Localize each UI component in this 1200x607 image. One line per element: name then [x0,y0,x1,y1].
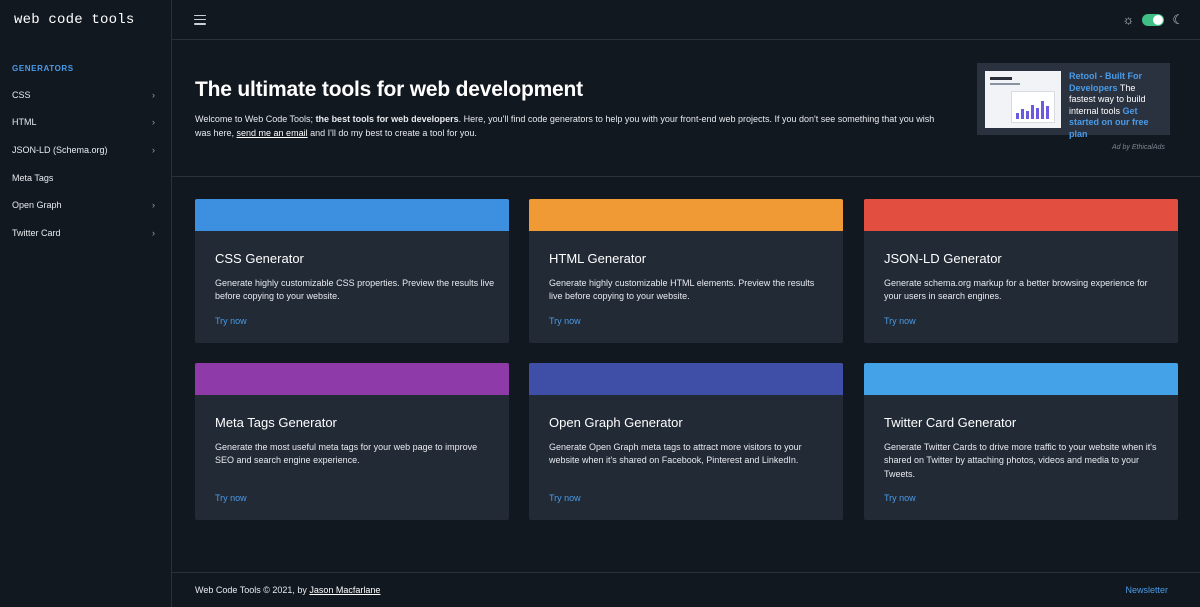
card-color-stripe [529,199,843,231]
hero-section: The ultimate tools for web development W… [172,40,1200,177]
card-css-generator: CSS Generator Generate highly customizab… [195,199,509,343]
card-description: Generate Open Graph meta tags to attract… [549,442,802,466]
theme-toggle[interactable] [1142,13,1165,26]
sidebar-item-html[interactable]: HTML › [0,109,171,137]
chevron-right-icon: › [152,200,155,211]
sidebar-item-label: Meta Tags [12,172,54,183]
ad-text: Retool - Built For Developers The fastes… [1069,71,1164,140]
page-title: The ultimate tools for web development [195,78,583,101]
intro-text: Welcome to Web Code Tools; the best tool… [195,113,935,140]
sun-icon[interactable]: ☼ [1122,13,1134,26]
top-bar: ☼ ☾ [172,0,1200,40]
card-color-stripe [864,199,1178,231]
sidebar-item-css[interactable]: CSS › [0,81,171,109]
footer: Web Code Tools © 2021, by Jason Macfarla… [172,572,1200,607]
card-color-stripe [864,363,1178,395]
card-open-graph-generator: Open Graph Generator Generate Open Graph… [529,363,843,520]
site-logo[interactable]: web code tools [0,0,171,40]
chevron-right-icon: › [152,144,155,155]
card-description: Generate Twitter Cards to drive more tra… [884,442,1157,479]
sidebar-item-twitter-card[interactable]: Twitter Card › [0,219,171,247]
sidebar-item-json-ld[interactable]: JSON-LD (Schema.org) › [0,136,171,164]
card-title: Open Graph Generator [549,415,683,430]
ad-banner[interactable]: Retool - Built For Developers The fastes… [977,63,1170,139]
sidebar-nav: CSS › HTML › JSON-LD (Schema.org) › Meta… [0,81,171,247]
copyright: Web Code Tools © 2021, by Jason Macfarla… [195,585,380,595]
sidebar-item-label: HTML [12,117,37,128]
card-title: JSON-LD Generator [884,251,1002,266]
card-title: Twitter Card Generator [884,415,1017,430]
try-now-link[interactable]: Try now [884,316,916,326]
try-now-link[interactable]: Try now [215,316,247,326]
newsletter-link[interactable]: Newsletter [1125,585,1168,595]
intro-text-1: Welcome to Web Code Tools; [195,114,316,124]
try-now-link[interactable]: Try now [215,493,247,503]
card-title: CSS Generator [215,251,304,266]
try-now-link[interactable]: Try now [884,493,916,503]
author-link[interactable]: Jason Macfarlane [309,585,380,595]
card-json-ld-generator: JSON-LD Generator Generate schema.org ma… [864,199,1178,343]
sidebar-item-meta-tags[interactable]: Meta Tags [0,164,171,192]
card-color-stripe [529,363,843,395]
card-title: HTML Generator [549,251,647,266]
hamburger-icon[interactable] [194,14,206,25]
intro-bold-text: the best tools for web developers [315,114,459,124]
card-description: Generate highly customizable HTML elemen… [549,278,815,302]
sidebar-item-label: Open Graph [12,200,62,211]
card-twitter-card-generator: Twitter Card Generator Generate Twitter … [864,363,1178,520]
sidebar-item-label: JSON-LD (Schema.org) [12,144,108,155]
theme-switcher: ☼ ☾ [1122,13,1184,26]
email-link[interactable]: send me an email [237,128,308,138]
sidebar-item-open-graph[interactable]: Open Graph › [0,191,171,219]
sidebar: web code tools GENERATORS CSS › HTML › J… [0,0,172,607]
card-description: Generate schema.org markup for a better … [884,278,1148,302]
moon-icon[interactable]: ☾ [1172,13,1184,26]
sidebar-heading: GENERATORS [12,64,74,73]
card-title: Meta Tags Generator [215,415,337,430]
sidebar-item-label: CSS [12,89,31,100]
try-now-link[interactable]: Try now [549,493,581,503]
chevron-right-icon: › [152,117,155,128]
sidebar-item-label: Twitter Card [12,227,61,238]
intro-text-3: and I'll do my best to create a tool for… [307,127,477,138]
ad-image[interactable] [985,71,1061,128]
card-html-generator: HTML Generator Generate highly customiza… [529,199,843,343]
card-color-stripe [195,363,509,395]
chevron-right-icon: › [152,89,155,100]
card-meta-tags-generator: Meta Tags Generator Generate the most us… [195,363,509,520]
card-color-stripe [195,199,509,231]
card-description: Generate the most useful meta tags for y… [215,442,478,466]
try-now-link[interactable]: Try now [549,316,581,326]
copyright-text: Web Code Tools © 2021, by [195,585,310,595]
chevron-right-icon: › [152,227,155,238]
card-description: Generate highly customizable CSS propert… [215,278,495,302]
ad-credit[interactable]: Ad by EthicalAds [1112,144,1165,151]
